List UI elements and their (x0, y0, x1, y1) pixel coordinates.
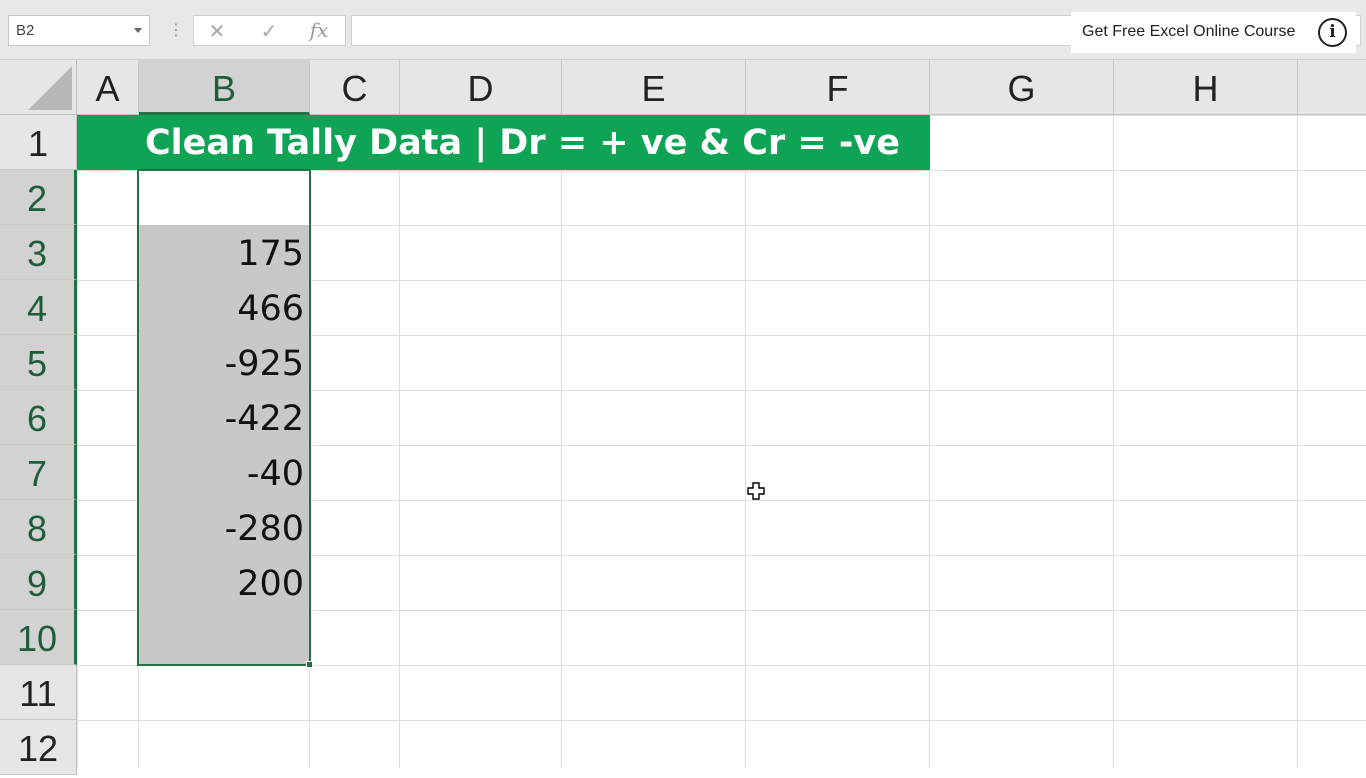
column-header-overflow[interactable] (1298, 60, 1366, 115)
spreadsheet-grid[interactable]: Clean Tally Data | Dr = + ve & Cr = -ve … (0, 60, 1366, 775)
name-box-value: B2 (16, 22, 35, 39)
promo-text[interactable]: Get Free Excel Online Course (1082, 23, 1295, 41)
gridline (929, 115, 930, 768)
row-header-1[interactable]: 1 (0, 115, 77, 170)
row-header-3[interactable]: 3 (0, 225, 77, 280)
row-header-2[interactable]: 2 (0, 170, 77, 225)
info-icon[interactable]: i (1318, 18, 1347, 47)
column-header-d[interactable]: D (400, 60, 562, 115)
insert-function-icon[interactable]: fx (304, 18, 334, 44)
row-header-7[interactable]: 7 (0, 445, 77, 500)
row-header-8[interactable]: 8 (0, 500, 77, 555)
gridline (1113, 115, 1114, 768)
column-header-c[interactable]: C (310, 60, 400, 115)
cell-cursor-icon (747, 482, 765, 500)
fill-handle[interactable] (306, 661, 313, 668)
gridline (745, 115, 746, 768)
row-header-11[interactable]: 11 (0, 665, 77, 720)
column-header-g[interactable]: G (930, 60, 1114, 115)
row-header-9[interactable]: 9 (0, 555, 77, 610)
column-header-a[interactable]: A (77, 60, 139, 115)
formula-bar: B2 ⋮ ✕ ✓ fx Get Free Excel Online Course… (0, 0, 1366, 60)
gridline (77, 720, 1366, 721)
row-header-5[interactable]: 5 (0, 335, 77, 390)
select-all-button[interactable] (0, 60, 77, 115)
gridline (399, 115, 400, 768)
gridline (561, 115, 562, 768)
sheet-title: Clean Tally Data | Dr = + ve & Cr = -ve (145, 123, 900, 163)
cancel-icon[interactable]: ✕ (202, 18, 232, 44)
column-header-h[interactable]: H (1114, 60, 1298, 115)
formula-buttons: ✕ ✓ fx (193, 15, 346, 46)
check-icon[interactable]: ✓ (254, 18, 284, 44)
selection-border (137, 169, 311, 666)
row-header-12[interactable]: 12 (0, 720, 77, 775)
column-header-e[interactable]: E (562, 60, 746, 115)
row-header-4[interactable]: 4 (0, 280, 77, 335)
drag-handle-icon[interactable]: ⋮ (168, 20, 184, 40)
chevron-down-icon[interactable] (134, 28, 142, 33)
name-box[interactable]: B2 (8, 15, 150, 46)
row-header-6[interactable]: 6 (0, 390, 77, 445)
column-header-f[interactable]: F (746, 60, 930, 115)
promo-banner[interactable]: Get Free Excel Online Course i (1071, 12, 1356, 53)
column-header-b[interactable]: B (139, 60, 310, 115)
row-header-10[interactable]: 10 (0, 610, 77, 665)
gridline (1297, 115, 1298, 768)
select-all-icon (28, 66, 72, 110)
